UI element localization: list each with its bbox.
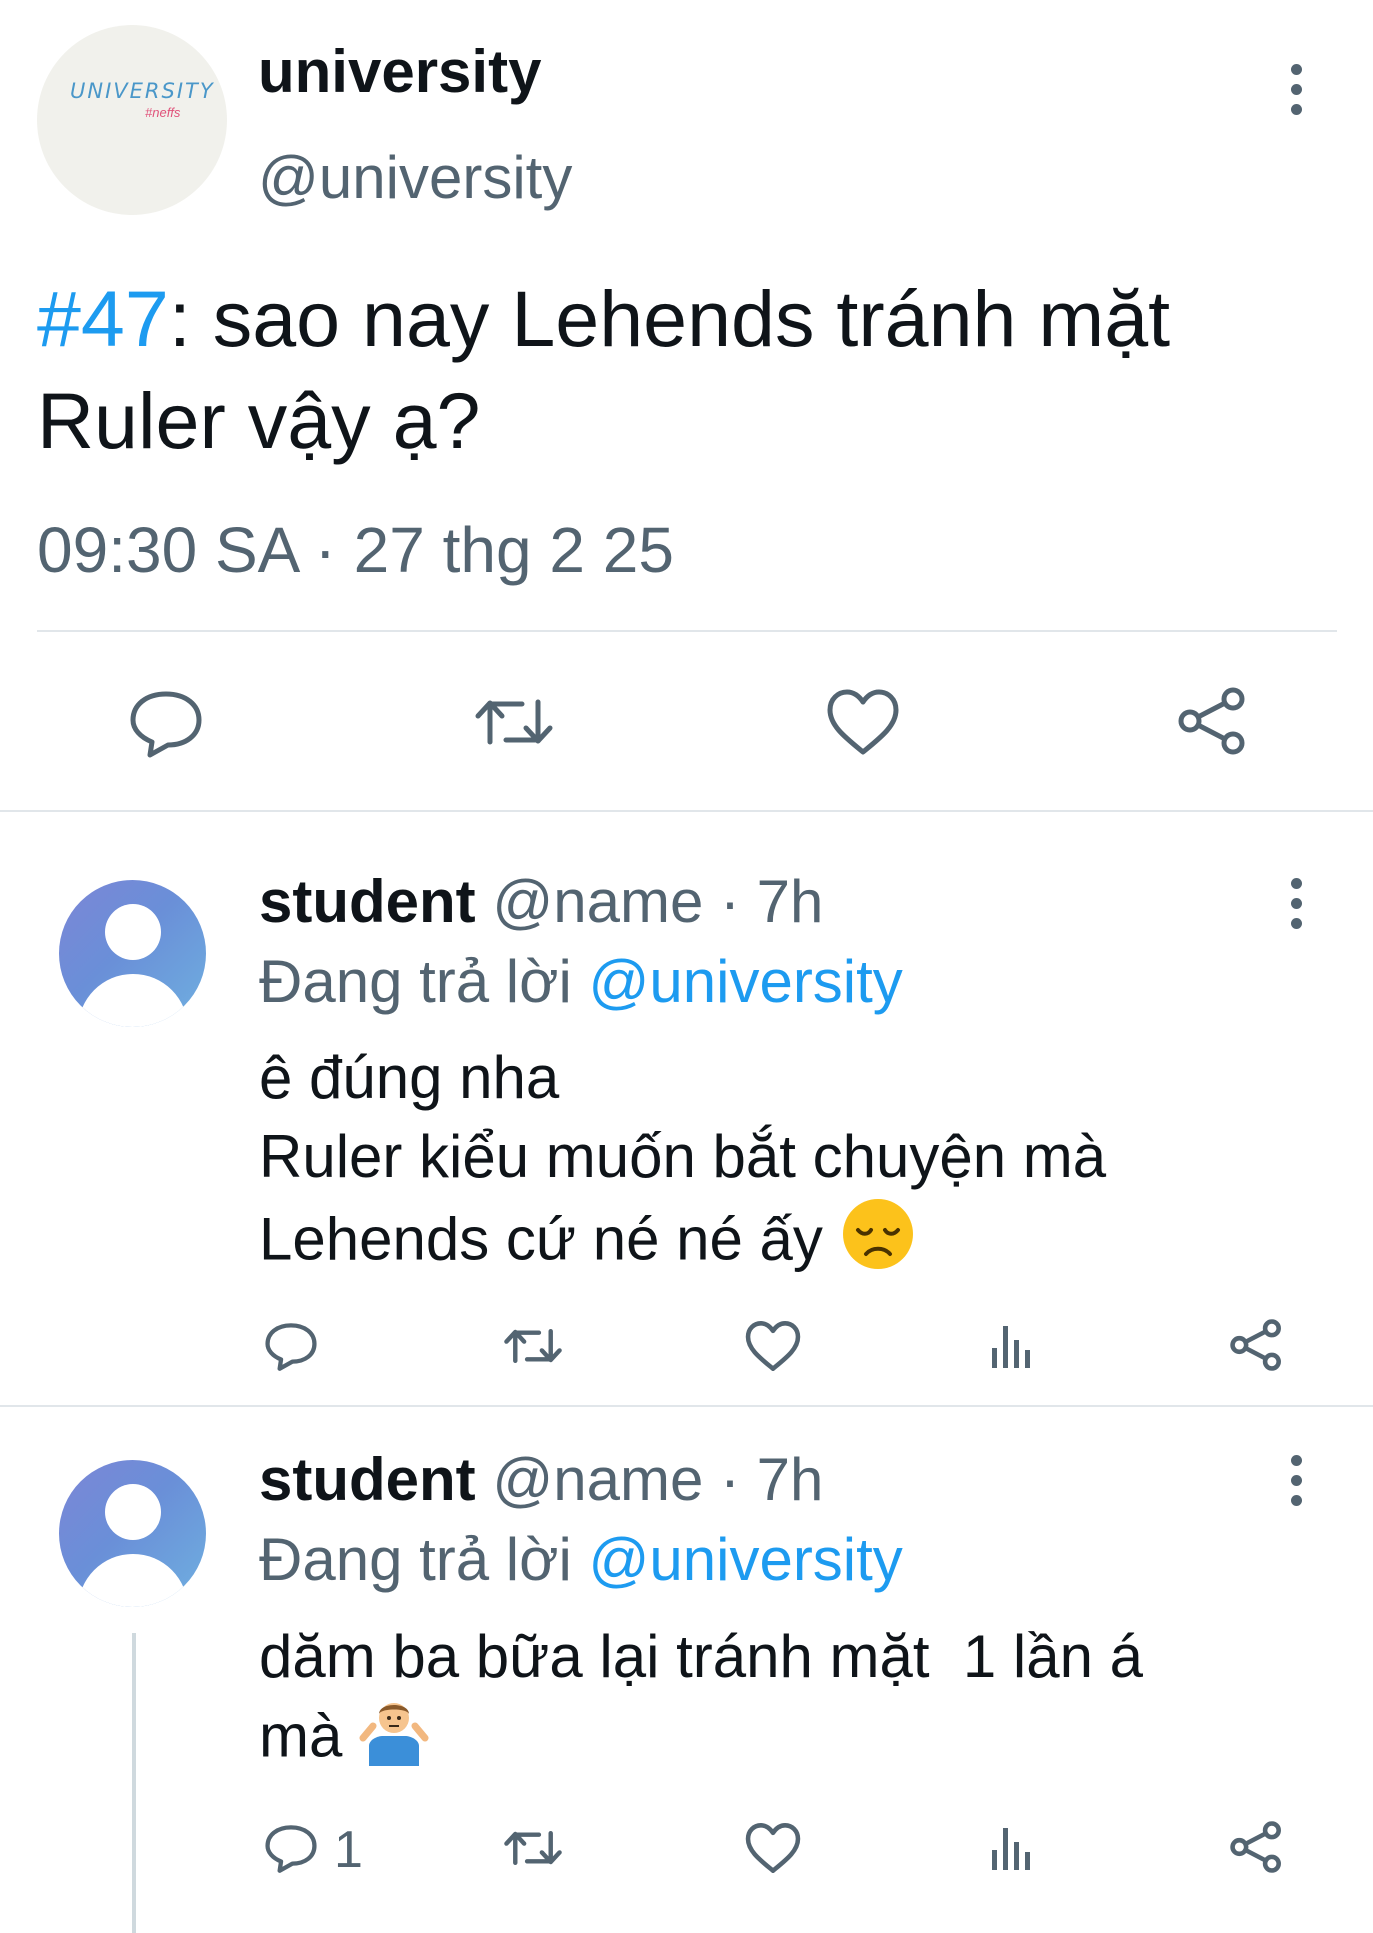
avatar-logo-subtext: #neffs — [145, 105, 181, 120]
reply-text: ê đúng nha Ruler kiểu muốn bắt chuyện mà… — [259, 1038, 1299, 1291]
reply-separator: · — [720, 868, 740, 935]
views-icon[interactable] — [990, 1824, 1038, 1872]
share-icon[interactable] — [1228, 1318, 1284, 1372]
retweet-icon[interactable] — [502, 1322, 564, 1370]
hashtag-link[interactable]: #47 — [37, 274, 169, 363]
tweet-text-line1: : sao nay Lehends tránh mặt — [168, 274, 1171, 363]
like-icon[interactable] — [745, 1822, 801, 1874]
tweet-text-line2: Ruler vậy ạ? — [37, 376, 481, 465]
reply-header: student @name · 7h — [259, 1450, 823, 1510]
disappointed-face-emoji — [840, 1196, 916, 1291]
retweet-icon[interactable] — [502, 1824, 564, 1872]
avatar-logo-text: UNIVERSITY — [70, 79, 215, 103]
divider — [0, 810, 1373, 812]
person-shrugging-emoji — [359, 1696, 429, 1785]
reply-age[interactable]: 7h — [757, 868, 824, 935]
replying-prefix: Đang trả lời — [259, 1526, 572, 1593]
reply-line-3: Lehends cứ né né ấy — [259, 1205, 823, 1273]
reply-text: dăm ba bữa lại tránh mặt 1 lần á mà — [259, 1617, 1299, 1785]
replying-to-link[interactable]: @university — [588, 948, 902, 1015]
retweet-icon[interactable] — [472, 690, 556, 754]
like-icon[interactable] — [745, 1320, 801, 1372]
thread-line — [132, 1633, 136, 1933]
reply-line-1: ê đúng nha — [259, 1044, 560, 1111]
reply-icon[interactable] — [264, 1320, 318, 1372]
reply-line-2: Ruler kiểu muốn bắt chuyện mà — [259, 1123, 1107, 1190]
reply-author-name[interactable]: student — [259, 868, 476, 935]
timestamp-separator: · — [314, 514, 336, 586]
tweet-text: #47: sao nay Lehends tránh mặt Ruler vậy… — [37, 268, 1337, 472]
avatar[interactable]: UNIVERSITY #neffs — [37, 25, 227, 215]
reply-author-handle[interactable]: @name — [492, 868, 703, 935]
share-icon[interactable] — [1175, 686, 1249, 756]
reply-author-handle[interactable]: @name — [492, 1446, 703, 1513]
reply-avatar[interactable] — [59, 1460, 206, 1607]
more-options-icon[interactable] — [1291, 64, 1305, 124]
divider — [0, 1405, 1373, 1407]
reply-avatar[interactable] — [59, 880, 206, 1027]
share-icon[interactable] — [1228, 1820, 1284, 1874]
more-options-icon[interactable] — [1291, 878, 1305, 938]
replying-prefix: Đang trả lời — [259, 948, 572, 1015]
views-icon[interactable] — [990, 1322, 1038, 1370]
reply-line-1: dăm ba bữa lại tránh mặt 1 lần á — [259, 1623, 1144, 1690]
reply-line-2: mà — [259, 1702, 343, 1770]
reply-icon[interactable] — [128, 688, 204, 758]
replying-to-link[interactable]: @university — [588, 1526, 902, 1593]
reply-age[interactable]: 7h — [757, 1446, 824, 1513]
author-handle[interactable]: @university — [258, 148, 572, 208]
tweet-time: 09:30 SA — [37, 514, 297, 586]
divider — [37, 630, 1337, 632]
reply-author-name[interactable]: student — [259, 1446, 476, 1513]
tweet-timestamp[interactable]: 09:30 SA · 27 thg 2 25 — [37, 518, 674, 582]
reply-separator: · — [720, 1446, 740, 1513]
tweet-date: 27 thg 2 25 — [353, 514, 674, 586]
author-name[interactable]: university — [258, 42, 541, 102]
like-icon[interactable] — [826, 688, 900, 756]
reply-icon[interactable] — [264, 1822, 318, 1874]
more-options-icon[interactable] — [1291, 1455, 1305, 1515]
replying-to: Đang trả lời @university — [259, 952, 903, 1012]
replying-to: Đang trả lời @university — [259, 1530, 903, 1590]
reply-count: 1 — [334, 1821, 363, 1879]
reply-header: student @name · 7h — [259, 872, 823, 932]
